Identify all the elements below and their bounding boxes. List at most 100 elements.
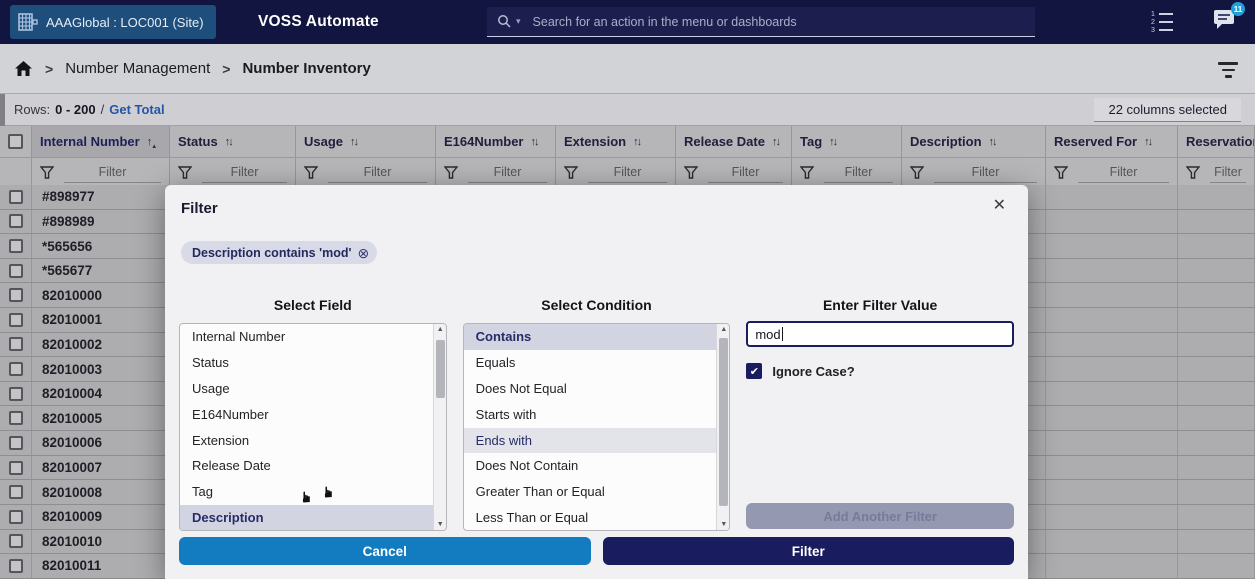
transaction-list-icon[interactable]: 1 2 3 [1151,12,1173,33]
condition-option-does-not-contain[interactable]: Does Not Contain [464,453,730,479]
column-filter-input[interactable]: Filter [1210,161,1246,183]
funnel-icon[interactable] [178,166,192,179]
field-option-e164number[interactable]: E164Number [180,402,446,428]
row-checkbox[interactable] [9,461,23,475]
row-checkbox[interactable] [9,436,23,450]
breadcrumb-separator: > [222,61,230,77]
row-checkbox[interactable] [9,264,23,278]
field-list-scrollbar[interactable]: ▲ ▼ [433,324,446,530]
scroll-down-icon[interactable]: ▼ [717,521,730,528]
global-search[interactable]: ▾ Search for an action in the menu or da… [487,7,1035,37]
condition-option-less-than-or-equal[interactable]: Less Than or Equal [464,505,730,531]
chevron-down-icon[interactable]: ▾ [516,16,521,27]
select-all-checkbox[interactable] [8,134,23,149]
row-checkbox[interactable] [9,313,23,327]
condition-list-scrollbar[interactable]: ▲ ▼ [716,324,729,530]
add-another-filter-button[interactable]: Add Another Filter [746,503,1014,529]
row-checkbox[interactable] [9,559,23,573]
column-header-tag[interactable]: Tag↑↓ [792,126,902,157]
close-icon[interactable]: ✕ [993,198,1006,214]
column-header-internal-number[interactable]: Internal Number↑▲ [32,126,170,157]
row-checkbox[interactable] [9,387,23,401]
row-checkbox[interactable] [9,411,23,425]
condition-option-greater-than-or-equal[interactable]: Greater Than or Equal [464,479,730,505]
condition-option-contains[interactable]: Contains [464,324,730,350]
get-total-link[interactable]: Get Total [109,102,164,117]
row-checkbox[interactable] [9,362,23,376]
row-checkbox[interactable] [9,288,23,302]
home-icon[interactable] [14,60,33,77]
funnel-icon[interactable] [40,166,54,179]
filter-lines-icon[interactable] [1217,62,1239,78]
row-checkbox[interactable] [9,190,23,204]
sort-icon[interactable]: ↑↓ [989,136,996,148]
condition-option-starts-with[interactable]: Starts with [464,402,730,428]
condition-option-ends-with[interactable]: Ends with [464,428,730,454]
filter-cell-reservation-not: Filter [1178,158,1255,186]
column-header-reserved-for[interactable]: Reserved For↑↓ [1046,126,1178,157]
column-filter-input[interactable]: Filter [202,161,287,183]
scrollbar-thumb[interactable] [436,340,445,398]
column-header-status[interactable]: Status↑↓ [170,126,296,157]
row-checkbox[interactable] [9,337,23,351]
column-header-reservation-not[interactable]: Reservation not↑↓ [1178,126,1255,157]
field-option-usage[interactable]: Usage [180,376,446,402]
sort-icon[interactable]: ↑↓ [225,136,232,148]
column-header-release-date[interactable]: Release Date↑↓ [676,126,792,157]
column-filter-input[interactable]: Filter [934,161,1037,183]
sort-icon[interactable]: ↑↓ [530,136,537,148]
column-filter-input[interactable]: Filter [64,161,161,183]
column-filter-input[interactable]: Filter [588,161,667,183]
funnel-icon[interactable] [304,166,318,179]
sort-icon[interactable]: ↑↓ [772,136,779,148]
condition-option-equals[interactable]: Equals [464,350,730,376]
cancel-button[interactable]: Cancel [179,537,591,565]
funnel-icon[interactable] [444,166,458,179]
remove-filter-icon[interactable]: ⊗ [357,246,369,260]
ignore-case-option[interactable]: ✔ Ignore Case? [746,363,1014,379]
filter-apply-button[interactable]: Filter [603,537,1015,565]
field-option-status[interactable]: Status [180,350,446,376]
scroll-down-icon[interactable]: ▼ [434,521,447,528]
columns-selected-button[interactable]: 22 columns selected [1094,98,1241,122]
sort-icon[interactable]: ↑↓ [829,136,836,148]
row-checkbox[interactable] [9,534,23,548]
row-checkbox[interactable] [9,239,23,253]
field-option-release-date[interactable]: Release Date [180,453,446,479]
filter-cell-internal-number: Filter [32,158,170,186]
ignore-case-checkbox[interactable]: ✔ [746,363,762,379]
condition-option-does-not-equal[interactable]: Does Not Equal [464,376,730,402]
sort-icon[interactable]: ↑↓ [1144,136,1151,148]
site-selector[interactable]: AAAGlobal : LOC001 (Site) [10,5,216,39]
funnel-icon[interactable] [684,166,698,179]
column-header-usage[interactable]: Usage↑↓ [296,126,436,157]
row-checkbox[interactable] [9,485,23,499]
funnel-icon[interactable] [1186,166,1200,179]
notifications-button[interactable]: 11 [1211,8,1237,36]
sort-ascending-icon[interactable]: ↑▲ [147,136,151,148]
funnel-icon[interactable] [910,166,924,179]
sort-icon[interactable]: ↑↓ [633,136,640,148]
sort-icon[interactable]: ↑↓ [350,136,357,148]
scroll-up-icon[interactable]: ▲ [717,326,730,333]
field-option-internal-number[interactable]: Internal Number [180,324,446,350]
scroll-up-icon[interactable]: ▲ [434,326,447,333]
column-header-extension[interactable]: Extension↑↓ [556,126,676,157]
scrollbar-thumb[interactable] [719,338,728,506]
filter-value-input[interactable]: mod [746,321,1014,347]
column-header-e164number[interactable]: E164Number↑↓ [436,126,556,157]
column-filter-input[interactable]: Filter [824,161,893,183]
breadcrumb-item-number-management[interactable]: Number Management [65,60,210,77]
field-option-description[interactable]: Description [180,505,446,531]
funnel-icon[interactable] [1054,166,1068,179]
column-filter-input[interactable]: Filter [1078,161,1169,183]
funnel-icon[interactable] [800,166,814,179]
row-checkbox[interactable] [9,214,23,228]
funnel-icon[interactable] [564,166,578,179]
column-header-description[interactable]: Description↑↓ [902,126,1046,157]
column-filter-input[interactable]: Filter [708,161,783,183]
column-filter-input[interactable]: Filter [328,161,427,183]
field-option-extension[interactable]: Extension [180,428,446,454]
column-filter-input[interactable]: Filter [468,161,547,183]
row-checkbox[interactable] [9,510,23,524]
